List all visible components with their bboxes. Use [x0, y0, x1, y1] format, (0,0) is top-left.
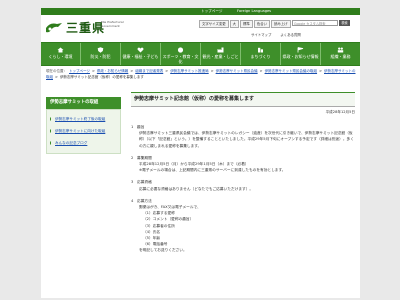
page: トップページ Foreign Languages 三重県 Mie Prefect…	[41, 8, 360, 298]
sidebar-item-label: 伊勢志摩サミット終了後の取組	[55, 117, 106, 121]
sidebar-item-label: 伊勢志摩サミットに向けた取組	[55, 129, 106, 133]
article-body: 1 趣旨 伊勢志摩サミット三重県民会議では、伊勢志摩サミットのレガシー（遺産）を…	[131, 124, 355, 254]
utility-bar: トップページ Foreign Languages	[41, 8, 360, 15]
breadcrumb-link[interactable]: 県政・お知らせ情報	[97, 69, 128, 73]
nav-item-label: 組織・業務	[330, 54, 351, 59]
building-icon	[258, 47, 263, 53]
breadcrumb-link[interactable]: 伊勢志摩サミット推進局	[170, 69, 209, 73]
breadcrumb-link[interactable]: トップページ	[69, 69, 90, 73]
search-input[interactable]: Google カスタム検索	[292, 20, 338, 26]
mie-logo-icon	[46, 23, 62, 33]
section-text: を明記してお送りください。	[139, 248, 187, 253]
nav-item-living[interactable]: くらし・環境	[41, 43, 81, 65]
breadcrumb-link[interactable]: 伊勢志摩サミット県民会議	[216, 69, 258, 73]
read-aloud-button[interactable]: 読み上げ	[270, 20, 291, 28]
nav-item-industry[interactable]: 観光・産業・しごと	[201, 43, 241, 65]
search-button[interactable]: 検索	[339, 20, 350, 26]
main-content: 伊勢志摩サミット記念館（仮称）の愛称を募集します 平成28年12月5日 1 趣旨…	[131, 92, 355, 254]
nav-item-label: スポーツ・教育・文化	[162, 54, 199, 64]
nav-item-culture[interactable]: スポーツ・教育・文化	[161, 43, 201, 65]
arrow-icon	[50, 117, 53, 121]
foreign-languages-link[interactable]: Foreign Languages	[237, 8, 271, 15]
accessibility-controls: 文字サイズ変更大標準 色合い 読み上げ	[199, 20, 292, 28]
page-title: 伊勢志摩サミット記念館（仮称）の愛称を募集します	[131, 92, 355, 107]
global-nav: くらし・環境 防災・防犯 健康・福祉・子ども スポーツ・教育・文化 観光・産業・…	[41, 42, 360, 66]
sidebar-menu: 伊勢志摩サミット終了後の取組 伊勢志摩サミットに向けた取組 みんなの記念ブログ	[46, 109, 121, 154]
site-name[interactable]: 三重県	[66, 19, 105, 36]
sidebar-item-after-summit[interactable]: 伊勢志摩サミット終了後の取組	[50, 113, 117, 125]
sidebar-item-blog[interactable]: みんなの記念ブログ	[50, 137, 117, 149]
breadcrumb-label: 現在の位置：	[46, 69, 67, 73]
sidebar-item-label: みんなの記念ブログ	[55, 141, 88, 145]
breadcrumb-current: 伊勢志摩サミット記念館（仮称）の愛称を募集します	[59, 75, 144, 79]
nav-item-label: 県政・お知らせ情報	[282, 54, 319, 59]
section-note: ※電子メールの場合は、上記期間内に三重県のサーバーに到達したものを有効とします。	[139, 168, 286, 173]
color-button[interactable]: 色合い	[253, 20, 270, 28]
font-size-label: 文字サイズ変更	[199, 20, 229, 28]
site-name-en: Mie Prefectural Government	[101, 20, 124, 28]
nav-item-government[interactable]: 県政・お知らせ情報	[281, 43, 321, 65]
people-icon	[337, 47, 344, 53]
shield-icon	[97, 47, 104, 53]
house-icon	[57, 47, 64, 53]
font-large-button[interactable]: 大	[229, 20, 240, 28]
site-header: 三重県 Mie Prefectural Government 文字サイズ変更大標…	[41, 15, 360, 42]
nav-item-label: くらし・環境	[48, 54, 73, 59]
heart-icon	[137, 47, 144, 53]
breadcrumb-link[interactable]: 組織まで記者発表	[135, 69, 163, 73]
sidebar-item-toward-summit[interactable]: 伊勢志摩サミットに向けた取組	[50, 125, 117, 137]
breadcrumb: 現在の位置： トップページ > 県政・お知らせ情報 > 組織まで記者発表 > 伊勢志摩サミット…	[46, 69, 356, 79]
faq-link[interactable]: よくある質問	[280, 33, 300, 37]
ball-icon	[177, 47, 184, 53]
nav-item-label: 健康・福祉・子ども	[122, 54, 159, 59]
sidebar: 伊勢志摩サミットの取組 伊勢志摩サミット終了後の取組 伊勢志摩サミットに向けた取…	[46, 97, 121, 154]
nav-item-label: まちづくり	[250, 54, 271, 59]
nav-item-town[interactable]: まちづくり	[241, 43, 281, 65]
breadcrumb-link[interactable]: 伊勢志摩サミット県民会議の取組	[265, 69, 318, 73]
factory-icon	[217, 47, 224, 53]
flag-icon	[297, 47, 304, 53]
arrow-icon	[50, 129, 53, 133]
sitemap-link[interactable]: サイトマップ	[251, 33, 271, 37]
sidebar-title: 伊勢志摩サミットの取組	[46, 97, 121, 109]
home-link[interactable]: トップページ	[201, 8, 223, 15]
nav-item-label: 防災・防犯	[90, 54, 111, 59]
nav-item-safety[interactable]: 防災・防犯	[81, 43, 121, 65]
header-links: サイトマップ よくある質問	[251, 32, 309, 37]
arrow-icon	[50, 141, 53, 145]
section-text: 応募に必要な資格はありません（どなたでもご応募いただけます）。	[139, 186, 254, 191]
nav-item-health[interactable]: 健康・福祉・子ども	[121, 43, 161, 65]
publish-date: 平成28年12月5日	[325, 110, 355, 114]
section-text: 伊勢志摩サミット三重県民会議では、伊勢志摩サミットのレガシー（遺産）を次世代に引…	[139, 131, 354, 148]
font-standard-button[interactable]: 標準	[240, 20, 253, 28]
nav-item-label: 観光・産業・しごと	[202, 54, 239, 59]
search-area: Google カスタム検索 検索	[292, 20, 350, 27]
nav-item-organization[interactable]: 組織・業務	[321, 43, 360, 65]
